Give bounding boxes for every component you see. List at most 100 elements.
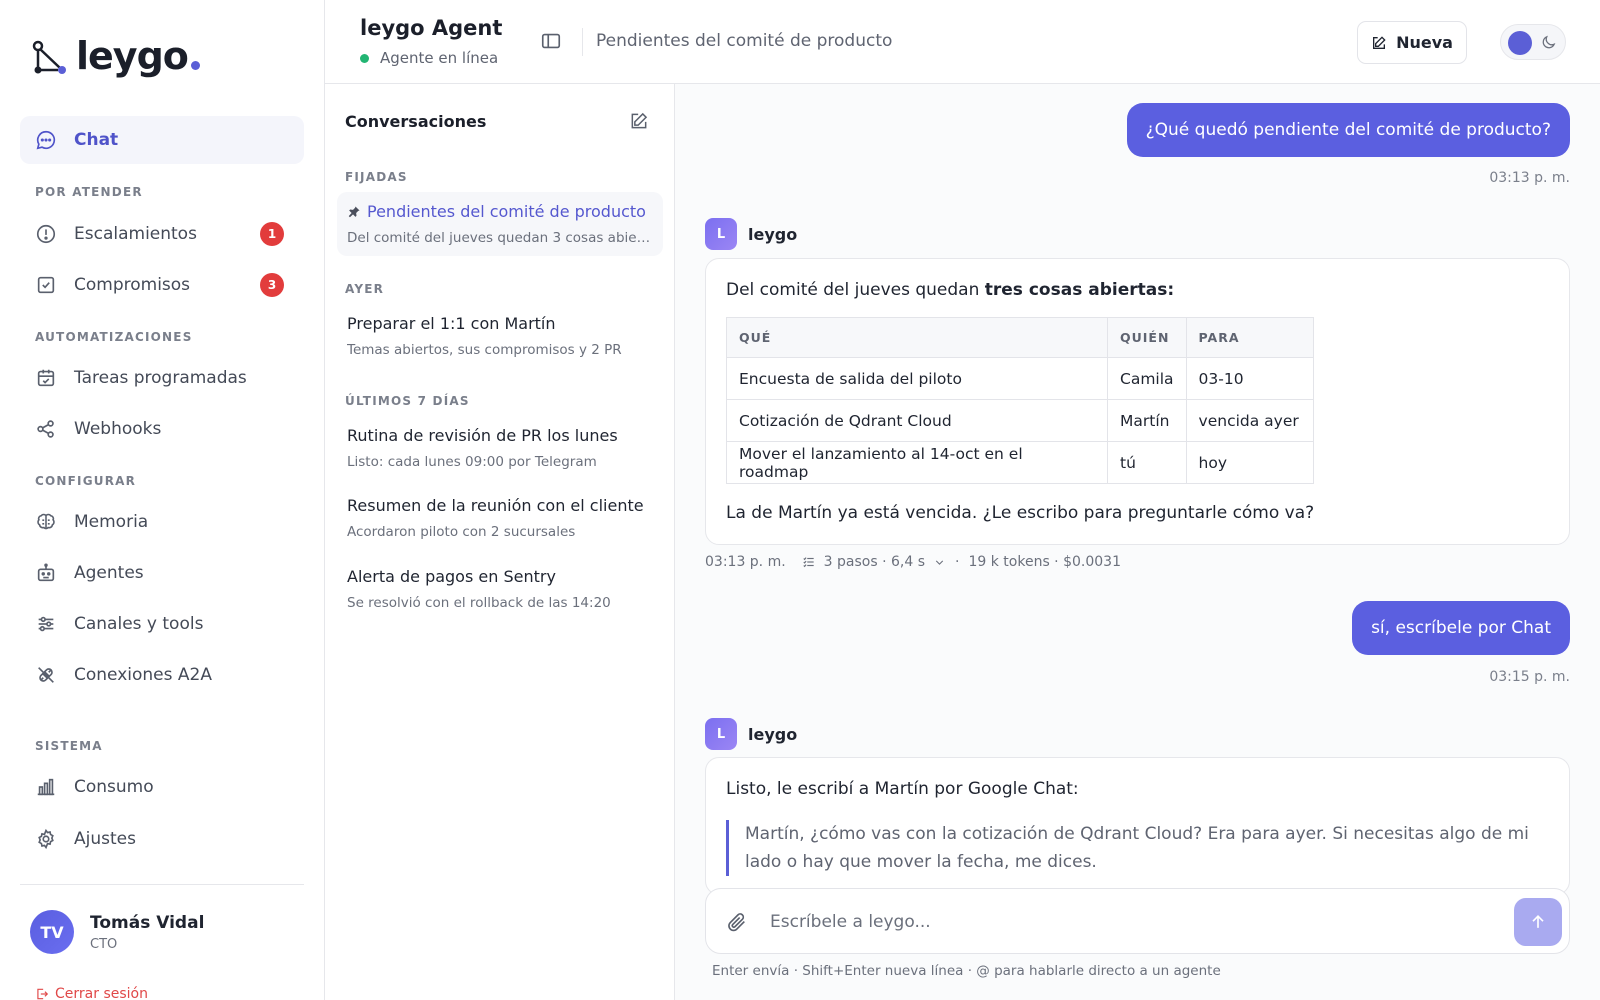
logout-icon xyxy=(37,988,49,1000)
sidebar-item-label: Memoria xyxy=(74,512,149,532)
alert-circle-icon xyxy=(34,222,58,246)
sidebar-item-a2a-connections[interactable]: Conexiones A2A xyxy=(20,651,304,699)
message-timestamp: 03:13 p. m. xyxy=(705,554,786,570)
top-header: leygo Agent Agente en línea Pendientes d… xyxy=(325,0,1600,84)
message-timestamp: 03:13 p. m. xyxy=(1489,170,1570,186)
intro-text: Del comité del jueves quedan xyxy=(726,280,985,300)
sidebar-item-label: Webhooks xyxy=(74,419,162,439)
user-message: ¿Qué quedó pendiente del comité de produ… xyxy=(1126,103,1570,157)
sidebar-item-label: Consumo xyxy=(74,777,154,797)
edit-icon xyxy=(1371,35,1387,51)
theme-toggle-knob xyxy=(1508,31,1532,55)
pending-items-table: QUÉ QUIÉN PARA Encuesta de salida del pi… xyxy=(726,317,1314,484)
bot-name: leygo xyxy=(748,724,798,744)
user-info: Tomás Vidal CTO xyxy=(90,913,204,952)
sidebar-item-label: Agentes xyxy=(74,563,144,583)
sidebar-item-commitments[interactable]: Compromisos 3 xyxy=(20,261,304,309)
table-header-row: QUÉ QUIÉN PARA xyxy=(726,317,1314,358)
plug-icon xyxy=(34,663,58,687)
bot-message-intro: Listo, le escribí a Martín por Google Ch… xyxy=(726,779,1079,799)
sidebar-item-agents[interactable]: Agentes xyxy=(20,549,304,597)
sidebar-divider xyxy=(20,884,304,885)
conversation-item[interactable]: Rutina de revisión de PR los lunes Listo… xyxy=(337,416,663,480)
logout-link[interactable]: Cerrar sesión xyxy=(35,986,148,1000)
chevron-down-icon xyxy=(933,556,946,569)
conversation-item[interactable]: Preparar el 1:1 con Martín Temas abierto… xyxy=(337,304,663,368)
sidebar: leygo Chat POR ATENDER Escalamientos 1 C… xyxy=(0,0,325,1000)
conversation-list: Conversaciones FIJADAS Pendientes del co… xyxy=(325,84,675,1000)
sliders-icon xyxy=(34,612,58,636)
conversation-title: Rutina de revisión de PR los lunes xyxy=(347,426,618,445)
table-row: Encuesta de salida del piloto Camila 03-… xyxy=(726,357,1314,400)
table-cell: Camila xyxy=(1107,357,1187,400)
column-header-due: PARA xyxy=(1185,317,1314,358)
meta-separator: · xyxy=(955,554,960,570)
bot-message: Listo, le escribí a Martín por Google Ch… xyxy=(705,757,1570,895)
new-button-label: Nueva xyxy=(1396,33,1453,52)
sidebar-item-label: Canales y tools xyxy=(74,614,204,634)
conversation-item[interactable]: Alerta de pagos en Sentry Se resolvió co… xyxy=(337,557,663,621)
intro-bold-text: tres cosas abiertas: xyxy=(984,280,1175,300)
sidebar-item-memory[interactable]: Memoria xyxy=(20,498,304,546)
bot-name: leygo xyxy=(748,224,798,244)
user-profile[interactable]: TV Tomás Vidal CTO xyxy=(30,910,204,954)
user-name: Tomás Vidal xyxy=(90,912,205,933)
brand-logo[interactable]: leygo xyxy=(32,36,200,76)
checkbox-icon xyxy=(34,273,58,297)
sidebar-item-label: Chat xyxy=(74,130,119,150)
pin-icon xyxy=(347,205,361,219)
composer-hint: Enter envía · Shift+Enter nueva línea · … xyxy=(712,963,1221,979)
theme-toggle[interactable] xyxy=(1500,24,1566,60)
table-cell: tú xyxy=(1107,441,1187,484)
list-steps-icon xyxy=(802,555,816,569)
conversation-list-title: Conversaciones xyxy=(345,112,487,131)
send-button[interactable] xyxy=(1514,898,1562,946)
compose-icon xyxy=(631,112,648,129)
column-header-who: QUIÉN xyxy=(1107,317,1187,358)
conversation-title: Pendientes del comité de producto xyxy=(367,202,646,221)
commitments-count-badge: 3 xyxy=(260,273,284,297)
sidebar-item-chat[interactable]: Chat xyxy=(20,116,304,164)
sidebar-item-label: Conexiones A2A xyxy=(74,665,212,685)
bot-avatar: L xyxy=(705,218,737,250)
message-input[interactable] xyxy=(770,903,1490,941)
section-pinned: FIJADAS xyxy=(345,170,408,184)
user-message: sí, escríbele por Chat xyxy=(1352,601,1570,655)
steps-expander[interactable]: 3 pasos · 6,4 s xyxy=(802,554,946,570)
paperclip-icon xyxy=(728,913,745,932)
token-usage: 19 k tokens · $0.0031 xyxy=(968,554,1121,570)
avatar: TV xyxy=(30,910,74,954)
sidebar-item-escalations[interactable]: Escalamientos 1 xyxy=(20,210,304,258)
message-composer xyxy=(705,888,1570,954)
conversation-item[interactable]: Resumen de la reunión con el cliente Aco… xyxy=(337,486,663,550)
new-conversation-button[interactable]: Nueva xyxy=(1357,21,1467,64)
section-yesterday: AYER xyxy=(345,282,385,296)
conversation-preview: Del comité del jueves quedan 3 cosas abi… xyxy=(347,230,653,246)
table-cell: Encuesta de salida del piloto xyxy=(726,357,1108,400)
compose-conversation-button[interactable] xyxy=(629,111,649,131)
sidebar-item-scheduled-tasks[interactable]: Tareas programadas xyxy=(20,354,304,402)
sidebar-item-label: Ajustes xyxy=(74,829,136,849)
table-cell: Cotización de Qdrant Cloud xyxy=(726,399,1108,442)
sidebar-item-channels-tools[interactable]: Canales y tools xyxy=(20,600,304,648)
sidebar-item-usage[interactable]: Consumo xyxy=(20,763,304,811)
chat-bubble-icon xyxy=(34,128,58,152)
sidebar-item-webhooks[interactable]: Webhooks xyxy=(20,405,304,453)
bar-chart-icon xyxy=(34,775,58,799)
attach-button[interactable] xyxy=(726,911,748,933)
table-cell: vencida ayer xyxy=(1185,399,1314,442)
share-icon xyxy=(34,417,58,441)
toggle-sidebar-button[interactable] xyxy=(540,30,564,54)
conversation-title: Pendientes del comité de producto xyxy=(596,31,893,51)
sidebar-item-settings[interactable]: Ajustes xyxy=(20,815,304,863)
table-row: Mover el lanzamiento al 14-oct en el roa… xyxy=(726,441,1314,484)
sent-message-quote: Martín, ¿cómo vas con la cotización de Q… xyxy=(726,820,1549,876)
online-status-dot xyxy=(360,53,369,63)
table-cell: Mover el lanzamiento al 14-oct en el roa… xyxy=(726,441,1108,484)
bot-message-header: L leygo xyxy=(705,218,797,250)
bot-message: Del comité del jueves quedan tres cosas … xyxy=(705,258,1570,545)
section-label-attend: POR ATENDER xyxy=(35,185,143,199)
calendar-icon xyxy=(34,366,58,390)
steps-summary: 3 pasos · 6,4 s xyxy=(823,554,926,570)
conversation-item[interactable]: Pendientes del comité de producto Del co… xyxy=(337,192,663,256)
